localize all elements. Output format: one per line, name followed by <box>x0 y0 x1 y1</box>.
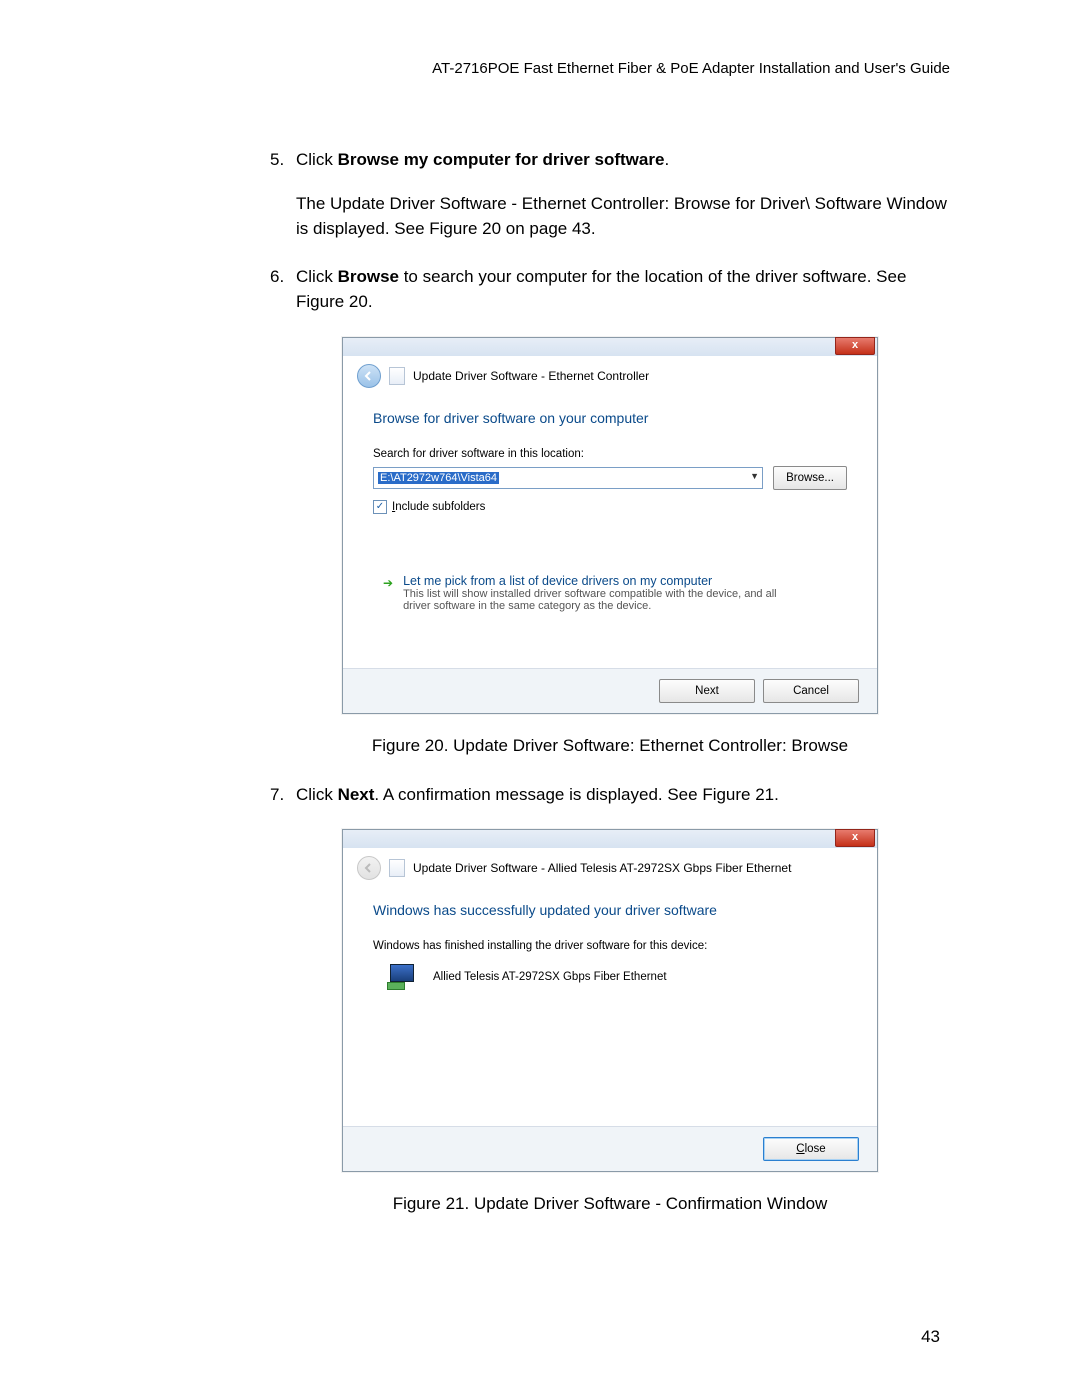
fig21-heading: Windows has successfully updated your dr… <box>373 902 847 918</box>
step6-bold: Browse <box>338 267 399 286</box>
pick-title: Let me pick from a list of device driver… <box>403 574 803 588</box>
include-subfolders-checkbox[interactable]: ✓ <box>373 500 387 514</box>
fig21-caption: Figure 21. Update Driver Software - Conf… <box>270 1194 950 1214</box>
step5-bold: Browse my computer for driver software <box>338 150 665 169</box>
close-button[interactable]: Close <box>763 1137 859 1161</box>
step6-lead: Click <box>296 267 338 286</box>
fig20-caption: Figure 20. Update Driver Software: Ether… <box>270 736 950 756</box>
include-subfolders-label: IInclude subfoldersnclude subfolders <box>392 501 485 513</box>
step7-lead: Click <box>296 785 338 804</box>
fig20-titlebar: x <box>343 338 877 356</box>
location-path: E:\AT2972w764\Vista64 <box>378 472 499 484</box>
step5-para2: The Update Driver Software - Ethernet Co… <box>296 191 950 242</box>
step-7: 7. Click Next. A confirmation message is… <box>270 782 950 808</box>
location-combo[interactable]: E:\AT2972w764\Vista64 ▼ <box>373 467 763 489</box>
close-icon[interactable]: x <box>835 829 875 847</box>
step-5: 5. Click Browse my computer for driver s… <box>270 147 950 242</box>
step-6: 6. Click Browse to search your computer … <box>270 264 950 315</box>
chevron-down-icon[interactable]: ▼ <box>750 471 759 481</box>
next-button[interactable]: Next <box>659 679 755 703</box>
back-button-icon[interactable] <box>357 364 381 388</box>
pick-desc: This list will show installed driver sof… <box>403 588 803 612</box>
fig20-dialog: x Update Driver Software - Ethernet Cont… <box>342 337 878 714</box>
fig21-dialog: x Update Driver Software - Allied Telesi… <box>342 829 878 1172</box>
ethernet-device-icon <box>387 964 419 990</box>
window-icon <box>389 859 405 877</box>
fig21-titlebar: x <box>343 830 877 848</box>
step-7-number: 7. <box>270 782 296 808</box>
window-icon <box>389 367 405 385</box>
search-label: Search for driver software in this locat… <box>373 448 847 460</box>
page-header: AT-2716POE Fast Ethernet Fiber & PoE Ada… <box>130 60 950 77</box>
step5-lead: Click <box>296 150 338 169</box>
arrow-right-icon: ➔ <box>383 576 393 590</box>
step-6-number: 6. <box>270 264 296 315</box>
close-icon[interactable]: x <box>835 337 875 355</box>
step7-bold: Next <box>338 785 375 804</box>
fig21-nav-title: Update Driver Software - Allied Telesis … <box>413 861 791 875</box>
fig20-nav-title: Update Driver Software - Ethernet Contro… <box>413 369 649 383</box>
step5-trail: . <box>664 150 669 169</box>
fig20-heading: Browse for driver software on your compu… <box>373 410 847 426</box>
browse-button[interactable]: Browse... <box>773 466 847 490</box>
cancel-button[interactable]: Cancel <box>763 679 859 703</box>
device-name: Allied Telesis AT-2972SX Gbps Fiber Ethe… <box>433 971 667 983</box>
pick-from-list-option[interactable]: ➔ Let me pick from a list of device driv… <box>373 574 847 612</box>
back-button-icon <box>357 856 381 880</box>
step7-trail: . A confirmation message is displayed. S… <box>374 785 778 804</box>
step-5-number: 5. <box>270 147 296 242</box>
page-number: 43 <box>921 1327 940 1347</box>
finish-msg: Windows has finished installing the driv… <box>373 940 847 952</box>
